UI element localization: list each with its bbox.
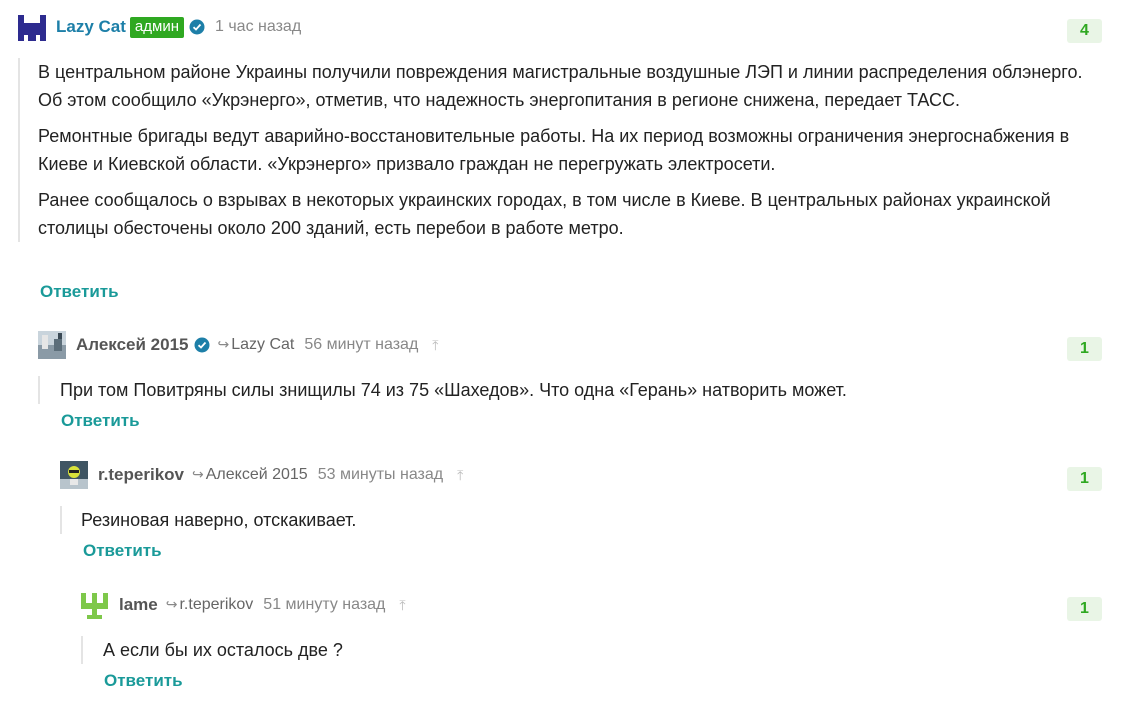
reply-to-link[interactable]: ↪ Алексей 2015	[192, 466, 308, 484]
scroll-to-parent-icon[interactable]: ⤒	[399, 597, 405, 614]
comment-body: Резиновая наверно, отскакивает.	[60, 506, 1106, 534]
comment-header: lame ↪ r.teperikov 51 минуту назад ⤒	[81, 591, 406, 619]
comment-text: Резиновая наверно, отскакивает.	[81, 510, 357, 530]
comment-paragraph: В центральном районе Украины получили по…	[38, 62, 1083, 110]
comment-time[interactable]: 53 минуты назад	[318, 466, 443, 484]
comment-text: При том Повитряны силы знищилы 74 из 75 …	[60, 380, 847, 400]
reply-button[interactable]: Ответить	[83, 541, 162, 561]
reply-to-link[interactable]: ↪ Lazy Cat	[218, 336, 295, 354]
comment-body: При том Повитряны силы знищилы 74 из 75 …	[38, 376, 1106, 404]
comment-header: r.teperikov ↪ Алексей 2015 53 минуты наза…	[60, 461, 463, 489]
author-name[interactable]: lame	[119, 595, 158, 615]
reply-to-name: Lazy Cat	[231, 336, 295, 353]
comment-text: А если бы их осталось две ?	[103, 640, 343, 660]
comment-body: А если бы их осталось две ?	[81, 636, 1106, 664]
comment-paragraph: Ранее сообщалось о взрывах в некоторых у…	[38, 190, 1051, 238]
comment-score[interactable]: 1	[1067, 467, 1102, 491]
verified-check-icon	[189, 19, 205, 35]
avatar[interactable]	[81, 591, 109, 619]
scroll-to-parent-icon[interactable]: ⤒	[457, 467, 463, 484]
scroll-to-parent-icon[interactable]: ⤒	[432, 337, 438, 354]
comment-score[interactable]: 4	[1067, 19, 1102, 43]
avatar[interactable]	[18, 13, 46, 41]
reply-to-name: Алексей 2015	[205, 466, 308, 483]
comment-score[interactable]: 1	[1067, 337, 1102, 361]
comment-time[interactable]: 1 час назад	[215, 18, 301, 36]
comment-header: Алексей 2015 ↪ Lazy Cat 56 минут назад ⤒	[38, 331, 439, 359]
comment-time[interactable]: 56 минут назад	[304, 336, 418, 354]
comment-paragraph: Ремонтные бригады ведут аварийно-восстан…	[38, 126, 1070, 174]
reply-arrow-icon: ↪	[192, 466, 204, 482]
author-name[interactable]: Lazy Cat	[56, 17, 126, 37]
reply-arrow-icon: ↪	[165, 596, 178, 612]
comment-header: Lazy Cat админ 1 час назад	[18, 13, 301, 41]
reply-to-name: r.teperikov	[179, 596, 254, 613]
author-name[interactable]: r.teperikov	[98, 465, 184, 485]
comment-time[interactable]: 51 минуту назад	[263, 596, 385, 614]
avatar[interactable]	[38, 331, 66, 359]
reply-button[interactable]: Ответить	[61, 411, 140, 431]
avatar[interactable]	[60, 461, 88, 489]
reply-button[interactable]: Ответить	[104, 671, 183, 691]
author-name[interactable]: Алексей 2015	[76, 335, 189, 355]
admin-badge: админ	[129, 16, 184, 38]
comment-score[interactable]: 1	[1067, 597, 1102, 621]
reply-button[interactable]: Ответить	[40, 282, 119, 302]
verified-check-icon	[194, 337, 209, 353]
reply-arrow-icon: ↪	[217, 336, 230, 352]
reply-to-link[interactable]: ↪ r.teperikov	[166, 596, 254, 614]
comment-body: В центральном районе Украины получили по…	[18, 58, 1106, 242]
